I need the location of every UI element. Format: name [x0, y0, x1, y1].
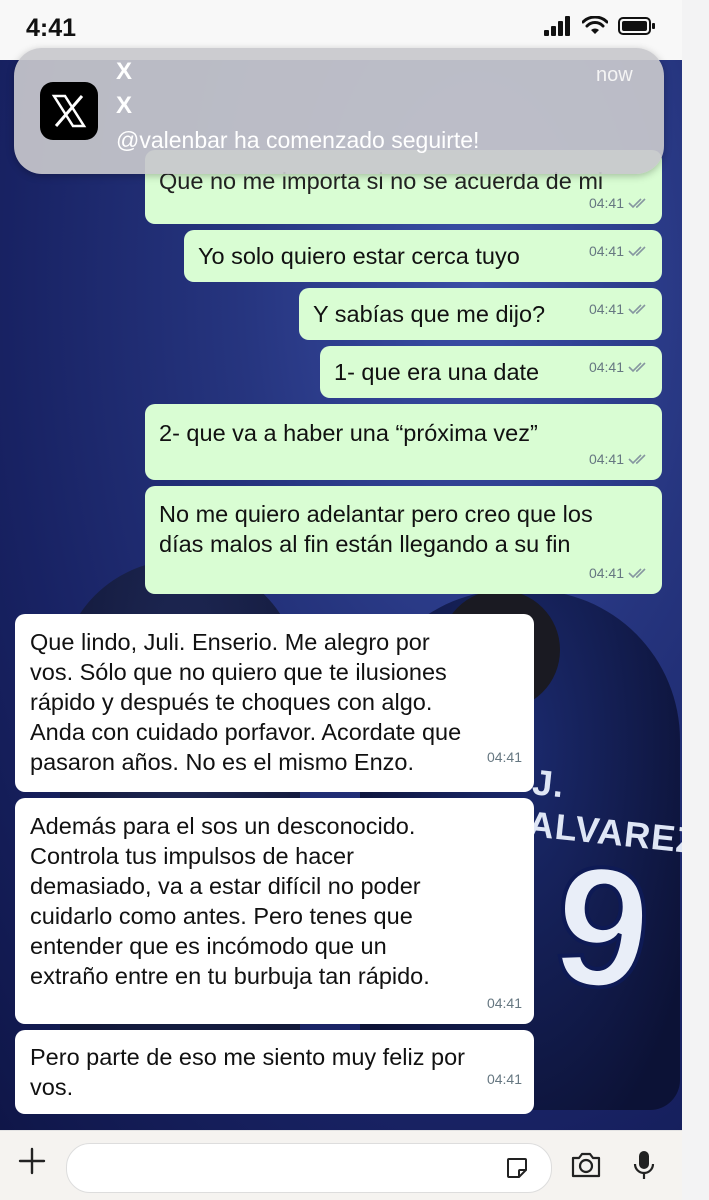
message-line: vos.: [30, 1074, 74, 1100]
x-logo-icon: [40, 82, 98, 140]
sticker-icon[interactable]: [505, 1156, 529, 1180]
notification-app-name: X: [116, 58, 133, 85]
message-line: Controla tus impulsos de hacer: [30, 843, 354, 869]
double-check-icon: [628, 198, 646, 209]
notification-title: X: [116, 92, 133, 119]
message-line: rápido y después te choques con algo.: [30, 689, 433, 715]
camera-icon[interactable]: [570, 1151, 602, 1179]
message-line: No me quiero adelantar pero creo que los: [159, 501, 593, 527]
message-time: 04:41: [588, 359, 624, 375]
message-line: Que lindo, Juli. Enserio. Me alegro por: [30, 629, 430, 655]
message-time: 04:41: [486, 1071, 522, 1087]
message-bubble-incoming[interactable]: Además para el sos un desconocido. Contr…: [15, 798, 534, 1024]
message-meta: 04:41: [487, 1064, 522, 1094]
message-line: entender que es incómodo que un: [30, 933, 387, 959]
message-meta: 04:41: [589, 294, 650, 324]
double-check-icon: [628, 568, 646, 579]
signal-icon: [544, 16, 570, 36]
message-time: 04:41: [588, 301, 624, 317]
message-bubble-incoming[interactable]: Pero parte de eso me siento muy feliz po…: [15, 1030, 534, 1114]
message-line: Anda con cuidado porfavor. Acordate que: [30, 719, 462, 745]
message-line: vos. Sólo que no quiero que te ilusiones: [30, 659, 447, 685]
message-text: 1- que era una date: [334, 359, 540, 385]
message-bubble-outgoing[interactable]: Yo solo quiero estar cerca tuyo 04:41: [184, 230, 662, 282]
message-text: Además para el sos un desconocido. Contr…: [30, 811, 430, 991]
notification-time: now: [596, 64, 633, 86]
status-time: 4:41: [26, 14, 77, 42]
double-check-icon: [628, 246, 646, 257]
battery-icon: [618, 17, 655, 35]
message-line: días malos al fin están llegando a su fi…: [159, 531, 571, 557]
message-meta: 04:41: [589, 558, 650, 588]
message-text: Yo solo quiero estar cerca tuyo: [198, 243, 520, 269]
message-composer: [0, 1130, 682, 1200]
right-margin: [682, 0, 709, 1200]
message-meta: 04:41: [589, 352, 650, 382]
message-meta: 04:41: [589, 444, 650, 474]
message-line: demasiado, va a estar difícil no poder: [30, 873, 421, 899]
message-time: 04:41: [588, 243, 624, 259]
push-notification[interactable]: [14, 48, 664, 174]
phone-screen: J. ALVAREZ 9 4:41 Que no me importa si n…: [0, 0, 682, 1200]
message-bubble-outgoing[interactable]: No me quiero adelantar pero creo que los…: [145, 486, 662, 594]
message-time: 04:41: [588, 565, 624, 581]
double-check-icon: [628, 454, 646, 465]
message-meta: 04:41: [589, 188, 650, 218]
message-time: 04:41: [588, 195, 624, 211]
wifi-icon: [582, 16, 608, 34]
double-check-icon: [628, 362, 646, 373]
message-time: 04:41: [486, 995, 522, 1011]
message-text: Que lindo, Juli. Enserio. Me alegro por …: [30, 627, 461, 777]
message-time: 04:41: [588, 451, 624, 467]
microphone-icon[interactable]: [632, 1149, 656, 1181]
message-line: cuidarlo como antes. Pero tenes que: [30, 903, 413, 929]
message-time: 04:41: [486, 749, 522, 765]
double-check-icon: [628, 304, 646, 315]
status-icons: [544, 16, 656, 36]
message-bubble-incoming[interactable]: Que lindo, Juli. Enserio. Me alegro por …: [15, 614, 534, 792]
message-meta: 04:41: [487, 742, 522, 772]
message-line: Pero parte de eso me siento muy feliz po…: [30, 1044, 465, 1070]
message-text: 2- que va a haber una “próxima vez”: [159, 420, 538, 446]
message-bubble-outgoing[interactable]: 1- que era una date 04:41: [320, 346, 662, 398]
message-line: extraño entre en tu burbuja tan rápido.: [30, 963, 430, 989]
message-text: No me quiero adelantar pero creo que los…: [159, 499, 593, 559]
message-bubble-outgoing[interactable]: 2- que va a haber una “próxima vez” 04:4…: [145, 404, 662, 480]
message-text: Y sabías que me dijo?: [313, 301, 546, 327]
message-line: Además para el sos un desconocido.: [30, 813, 416, 839]
message-text: Pero parte de eso me siento muy feliz po…: [30, 1042, 465, 1102]
message-meta: 04:41: [487, 988, 522, 1018]
message-meta: 04:41: [589, 236, 650, 266]
message-line: pasaron años. No es el mismo Enzo.: [30, 749, 415, 775]
plus-icon[interactable]: [18, 1145, 46, 1184]
notification-body: @valenbar ha comenzado seguirte!: [116, 127, 480, 153]
message-bubble-outgoing[interactable]: Y sabías que me dijo? 04:41: [299, 288, 662, 340]
message-input[interactable]: [66, 1143, 552, 1193]
